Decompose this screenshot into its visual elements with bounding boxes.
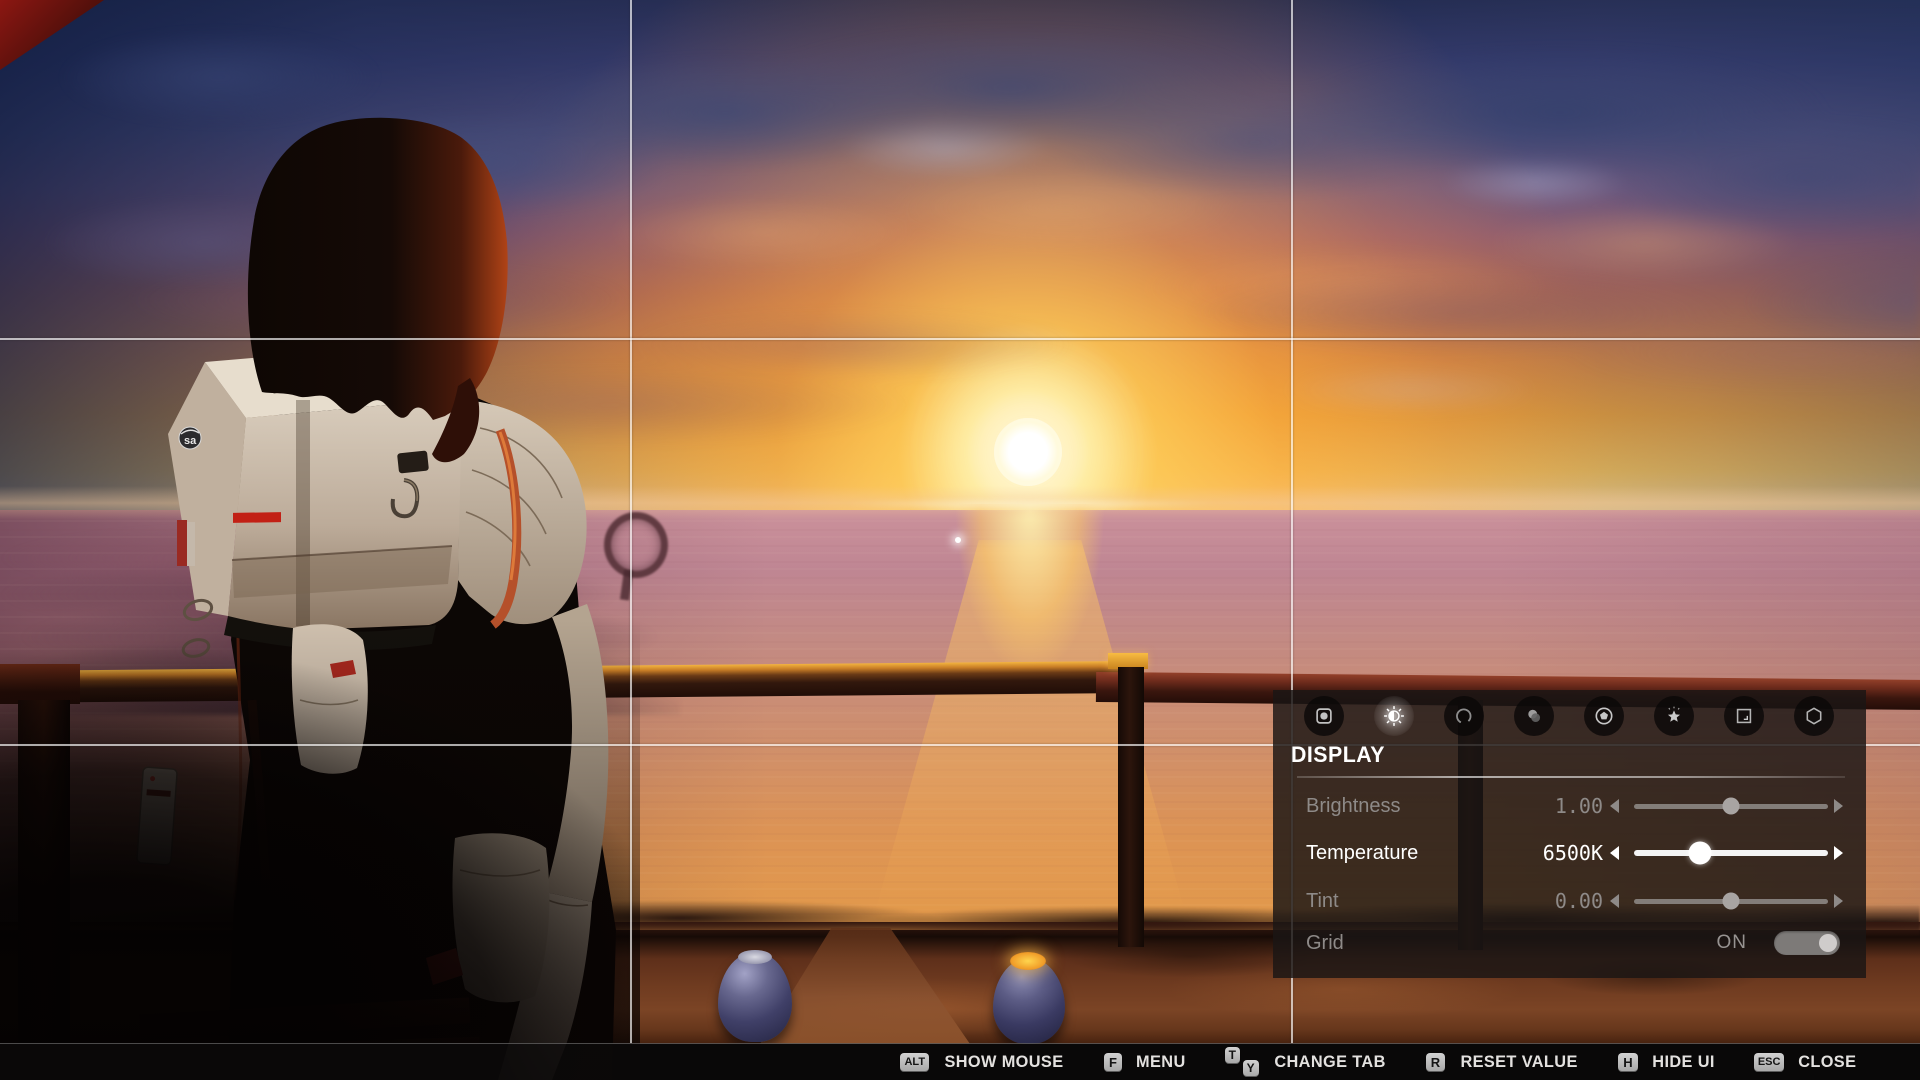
setting-row-grid: Grid ON [1273, 923, 1866, 963]
key-esc: ESC [1754, 1053, 1785, 1072]
grid-line-vertical-1 [630, 0, 632, 1043]
horizon-glow [840, 500, 1220, 508]
tab-display[interactable] [1374, 696, 1414, 736]
filter-arc-icon [1453, 705, 1475, 727]
hint-label: RESET VALUE [1461, 1052, 1578, 1072]
railing-post-3 [1118, 667, 1144, 947]
toggle-knob[interactable] [1819, 934, 1837, 952]
tone-icon [1523, 705, 1545, 727]
setting-value: 1.00 [1508, 786, 1603, 826]
key-t-y: T Y [1225, 1047, 1259, 1077]
hint-label: CLOSE [1799, 1052, 1857, 1072]
photo-mode-screen: sa [0, 0, 1920, 1080]
shoulder-armor [458, 398, 587, 624]
key-f: F [1104, 1053, 1122, 1072]
slider-decrease-arrow[interactable] [1610, 894, 1619, 908]
setting-value: 0.00 [1508, 881, 1603, 921]
backpack-red-stripe [233, 512, 281, 523]
tab-filter[interactable] [1444, 696, 1484, 736]
hint-show-mouse: ALT SHOW MOUSE [900, 1052, 1066, 1072]
sun [994, 418, 1062, 486]
frame-crop-icon [1733, 705, 1755, 727]
hint-close: ESC CLOSE [1754, 1052, 1858, 1072]
star-icon [1663, 705, 1685, 727]
brightness-icon [1383, 705, 1405, 727]
slider-decrease-arrow[interactable] [1610, 846, 1619, 860]
setting-row-brightness: Brightness 1.00 [1273, 786, 1866, 826]
setting-value: 6500K [1508, 833, 1603, 873]
key-h: H [1618, 1053, 1637, 1072]
brightness-slider[interactable] [1634, 804, 1828, 809]
setting-row-tint: Tint 0.00 [1273, 881, 1866, 921]
tab-photo-frame[interactable] [1304, 696, 1344, 736]
slider-handle[interactable] [1723, 893, 1740, 910]
backpack-logo: sa [179, 427, 201, 449]
key-r: R [1426, 1053, 1445, 1072]
hint-label: SHOW MOUSE [945, 1052, 1064, 1072]
photo-settings-panel: DISPLAY Brightness 1.00 Temperature 6500… [1273, 690, 1866, 978]
shortcut-hint-bar: ALT SHOW MOUSE F MENU T Y CHANGE TAB R R… [0, 1043, 1920, 1080]
panel-divider [1297, 776, 1845, 778]
setting-label: Temperature [1306, 833, 1418, 873]
tab-effects[interactable] [1654, 696, 1694, 736]
dome-pod-left-cap [738, 950, 772, 964]
key-t: T [1225, 1047, 1240, 1064]
slider-decrease-arrow[interactable] [1610, 799, 1619, 813]
hint-label: HIDE UI [1652, 1052, 1715, 1072]
setting-label: Brightness [1306, 786, 1401, 826]
grid-line-horizontal-1 [0, 338, 1920, 340]
aperture-icon [1593, 705, 1615, 727]
slider-increase-arrow[interactable] [1834, 894, 1843, 908]
hint-hide-ui: H HIDE UI [1618, 1052, 1716, 1072]
hint-change-tab: T Y CHANGE TAB [1225, 1047, 1388, 1077]
tint-slider[interactable] [1634, 899, 1828, 904]
toggle-state-label: ON [1667, 923, 1747, 963]
slider-handle[interactable] [1688, 842, 1711, 865]
slider-increase-arrow[interactable] [1834, 846, 1843, 860]
panel-title: DISPLAY [1291, 742, 1385, 768]
key-y: Y [1243, 1060, 1259, 1077]
key-alt: ALT [900, 1053, 929, 1072]
setting-label: Grid [1306, 923, 1344, 963]
setting-label: Tint [1306, 881, 1339, 921]
tab-aperture[interactable] [1584, 696, 1624, 736]
hair [248, 118, 508, 420]
setting-row-temperature: Temperature 6500K [1273, 833, 1866, 873]
svg-text:sa: sa [184, 435, 197, 447]
temperature-slider[interactable] [1634, 850, 1828, 856]
distant-light [955, 537, 961, 543]
slider-handle[interactable] [1723, 798, 1740, 815]
tab-tone[interactable] [1514, 696, 1554, 736]
hint-menu: F MENU [1104, 1052, 1187, 1072]
panel-tab-bar [1304, 696, 1834, 736]
hint-reset-value: R RESET VALUE [1426, 1052, 1581, 1072]
grid-toggle[interactable] [1774, 931, 1840, 955]
hexagon-icon [1803, 705, 1825, 727]
tab-frame-crop[interactable] [1724, 696, 1764, 736]
foreground-shadow [0, 620, 640, 1080]
photo-frame-icon [1313, 705, 1335, 727]
dome-pod-right-cap [1010, 952, 1046, 970]
hint-label: MENU [1136, 1052, 1186, 1072]
hint-label: CHANGE TAB [1274, 1052, 1385, 1072]
slider-increase-arrow[interactable] [1834, 799, 1843, 813]
tab-shape[interactable] [1794, 696, 1834, 736]
